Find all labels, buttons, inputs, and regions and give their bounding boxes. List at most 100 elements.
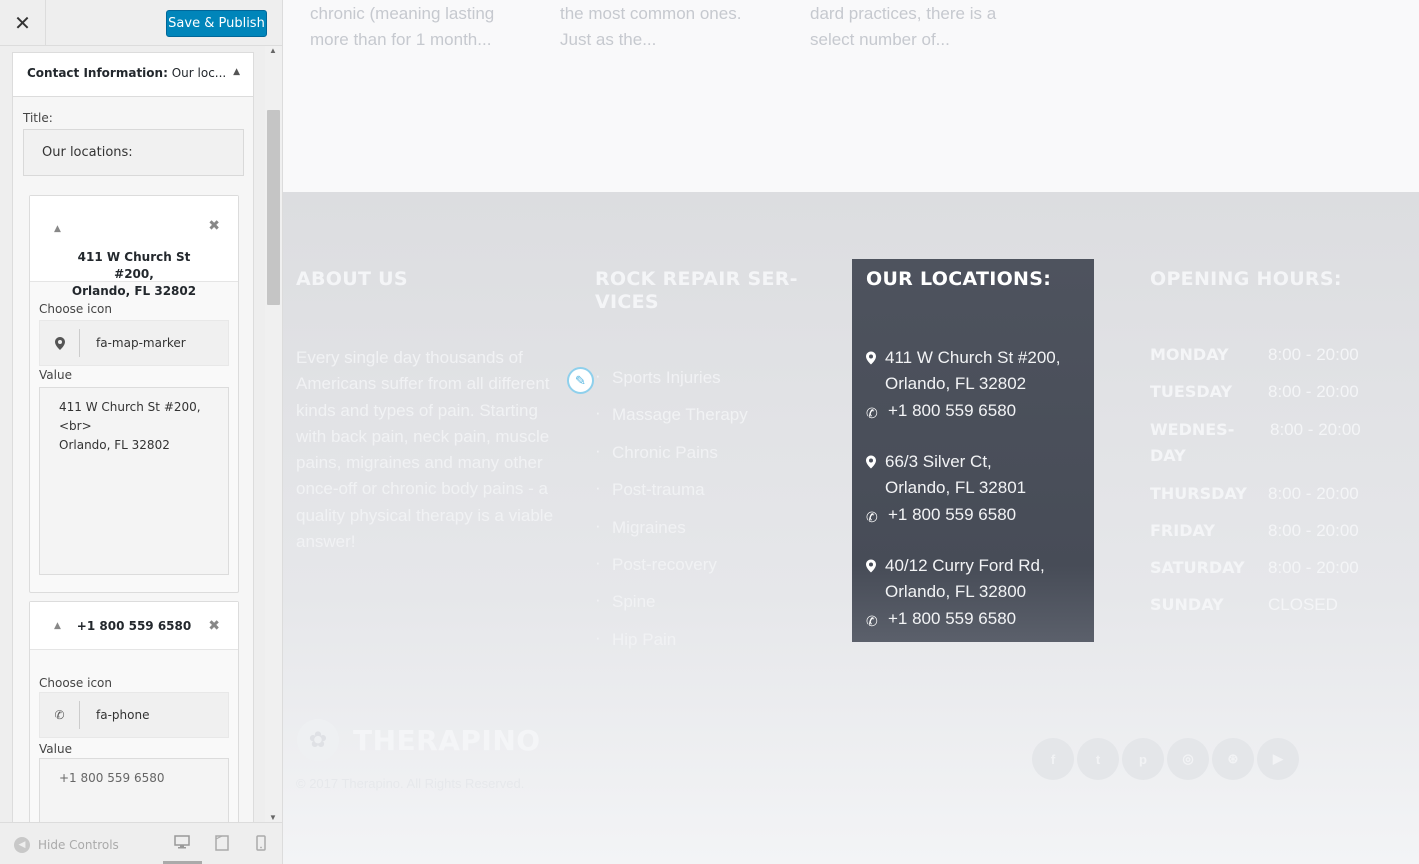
title-input[interactable]: Our locations: (23, 129, 244, 176)
save-publish-button[interactable]: Save & Publish (166, 10, 267, 37)
icon-value: fa-map-marker (96, 336, 186, 350)
address-text: 411 W Church St #200, Orlando, FL 32802 (885, 348, 1061, 393)
hours-day: WEDNES- DAY (1150, 420, 1235, 465)
phone-icon: ✆ (40, 701, 80, 729)
copyright-text: © 2017 Therapino. All Rights Reserved. (296, 776, 525, 791)
customizer-sidebar: ✕ Save & Publish Contact Information: Ou… (0, 0, 283, 864)
widget-header[interactable]: Contact Information: Our loc... ▲ (13, 53, 253, 97)
hide-controls-label: Hide Controls (38, 838, 119, 852)
hours-day: SUNDAY (1150, 595, 1224, 614)
hours-day: FRIDAY (1150, 521, 1215, 540)
widget-header-title: Contact Information: (27, 66, 168, 80)
service-link[interactable]: Spine (595, 590, 748, 629)
tablet-preview-icon[interactable] (215, 835, 229, 855)
logo-text: THERAPINO (353, 723, 541, 757)
phone-text: +1 800 559 6580 (888, 609, 1017, 628)
pinterest-icon[interactable]: p (1122, 738, 1164, 780)
hide-controls-button[interactable]: ◀ Hide Controls (14, 837, 119, 853)
map-marker-icon (40, 329, 80, 357)
customizer-header: ✕ Save & Publish (0, 0, 282, 46)
youtube-icon[interactable]: ▶ (1257, 738, 1299, 780)
hours-time: 8:00 - 20:00 (1268, 345, 1359, 364)
phone-icon: ✆ (866, 405, 878, 421)
contact-info-widget: Contact Information: Our loc... ▲ Title:… (12, 52, 254, 822)
repeater-item-title: 411 W Church St #200, Orlando, FL 32802 (71, 250, 197, 298)
customizer-footer: ◀ Hide Controls (0, 822, 282, 864)
phone-icon: ✆ (866, 509, 878, 525)
icon-value: fa-phone (96, 708, 150, 722)
repeater-item-address: ▲ 411 W Church St #200, Orlando, FL 3280… (29, 195, 239, 593)
mobile-preview-icon[interactable] (256, 835, 266, 855)
service-link[interactable]: Migraines (595, 516, 748, 555)
hours-day: TUESDAY (1150, 382, 1233, 401)
service-link[interactable]: Chronic Pains (595, 441, 748, 480)
scroll-down-icon[interactable]: ▼ (269, 813, 277, 822)
hours-title: OPENING HOURS: (1150, 268, 1342, 290)
collapse-arrow-icon[interactable]: ▲ (54, 602, 61, 650)
map-marker-icon (866, 451, 880, 477)
collapse-arrow-icon[interactable]: ▲ (54, 221, 61, 238)
locations-title: OUR LOCATIONS: (866, 268, 1052, 290)
hours-time: 8:00 - 20:00 (1268, 558, 1359, 577)
service-link[interactable]: Post-trauma (595, 478, 748, 517)
remove-item-icon[interactable]: ✖ (208, 602, 220, 650)
edit-shortcut-pencil-icon[interactable]: ✎ (567, 367, 594, 394)
repeater-item-phone: ▲ +1 800 559 6580 ✖ Choose icon ✆ fa-pho… (29, 601, 239, 822)
address-text: 40/12 Curry Ford Rd, Orlando, FL 32800 (885, 556, 1045, 601)
value-textarea[interactable]: +1 800 559 6580 (39, 758, 229, 822)
collapse-left-icon: ◀ (14, 837, 30, 853)
remove-item-icon[interactable]: ✖ (208, 218, 220, 235)
collapse-arrow-icon[interactable]: ▲ (233, 67, 240, 77)
address-text: 66/3 Silver Ct, Orlando, FL 32801 (885, 452, 1027, 497)
icon-picker[interactable]: fa-map-marker (39, 320, 229, 366)
post-excerpt: the most common ones. Just as the... (560, 4, 742, 49)
service-link[interactable]: Post-recovery (595, 553, 748, 592)
widget-panel[interactable]: Contact Information: Our loc... ▲ Title:… (0, 46, 282, 822)
desktop-preview-icon[interactable] (174, 835, 190, 853)
hours-day: SATURDAY (1150, 558, 1245, 577)
dribbble-icon[interactable]: ⊛ (1212, 738, 1254, 780)
service-link[interactable]: Hip Pain (595, 628, 748, 667)
locations-widget[interactable]: OUR LOCATIONS: 411 W Church St #200, Orl… (852, 259, 1094, 642)
logo-mark-icon: ✿ (297, 719, 339, 761)
value-label: Value (39, 742, 72, 756)
icon-picker[interactable]: ✆ fa-phone (39, 692, 229, 738)
map-marker-icon (866, 347, 880, 373)
site-footer: ABOUT US Every single day thousands of A… (283, 192, 1419, 864)
value-textarea[interactable]: 411 W Church St #200, <br> Orlando, FL 3… (39, 387, 229, 575)
twitter-icon[interactable]: t (1077, 738, 1119, 780)
widget-header-subtitle: Our loc... (171, 66, 227, 80)
value-label: Value (39, 368, 72, 382)
post-excerpt: dard practices, there is a select number… (810, 4, 997, 49)
hours-time: 8:00 - 20:00 (1270, 420, 1361, 439)
repeater-item-title: +1 800 559 6580 (76, 619, 192, 633)
hours-day: MONDAY (1150, 345, 1229, 364)
title-label: Title: (23, 111, 53, 125)
posts-strip: chronic (meaning lasting more than for 1… (283, 0, 1419, 192)
scroll-up-icon[interactable]: ▲ (269, 46, 277, 55)
scrollbar-thumb[interactable] (267, 110, 280, 305)
repeater-item-header[interactable]: ▲ +1 800 559 6580 ✖ (30, 602, 238, 650)
hours-time: 8:00 - 20:00 (1268, 521, 1359, 540)
service-link[interactable]: Sports Injuries (595, 366, 748, 405)
hours-time: 8:00 - 20:00 (1268, 382, 1359, 401)
hours-time: 8:00 - 20:00 (1268, 484, 1359, 503)
hours-day: THURSDAY (1150, 484, 1247, 503)
social-links: f t p ◎ ⊛ ▶ (1032, 738, 1299, 780)
site-logo[interactable]: ✿ THERAPINO (297, 719, 541, 761)
instagram-icon[interactable]: ◎ (1167, 738, 1209, 780)
services-title: ROCK REPAIR SER- VICES (595, 268, 798, 313)
phone-text: +1 800 559 6580 (888, 401, 1017, 420)
map-marker-icon (866, 555, 880, 581)
about-text: Every single day thousands of Americans … (296, 348, 554, 552)
phone-text: +1 800 559 6580 (888, 505, 1017, 524)
repeater-item-header[interactable]: ▲ 411 W Church St #200, Orlando, FL 3280… (30, 196, 238, 298)
choose-icon-label: Choose icon (39, 676, 112, 690)
site-preview: chronic (meaning lasting more than for 1… (283, 0, 1419, 864)
facebook-icon[interactable]: f (1032, 738, 1074, 780)
post-excerpt: chronic (meaning lasting more than for 1… (310, 4, 495, 49)
service-link[interactable]: Massage Therapy (595, 403, 748, 442)
sidebar-scrollbar[interactable]: ▲ ▼ (265, 46, 282, 822)
close-customizer-button[interactable]: ✕ (0, 0, 46, 46)
services-list: Sports Injuries Massage Therapy Chronic … (595, 366, 748, 667)
